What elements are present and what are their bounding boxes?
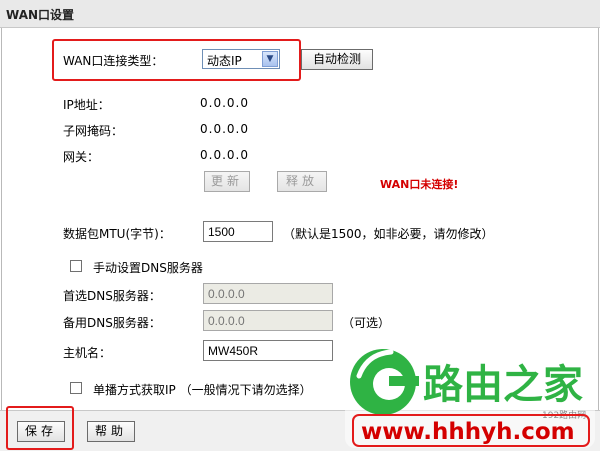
- connection-type-value: 动态IP: [207, 54, 242, 68]
- gateway-value: 0.0.0.0: [200, 148, 249, 162]
- subnet-mask-label: 子网掩码：: [63, 124, 124, 138]
- hostname-input[interactable]: [203, 340, 333, 361]
- subnet-mask-value: 0.0.0.0: [200, 122, 249, 136]
- manual-dns-label: 手动设置DNS服务器: [93, 261, 203, 275]
- ip-value: 0.0.0.0: [200, 96, 249, 110]
- wan-status-text: WAN口未连接!: [380, 178, 459, 191]
- page-title: WAN口设置: [6, 8, 75, 22]
- gateway-label: 网关：: [63, 150, 100, 164]
- hostname-label: 主机名：: [63, 346, 112, 360]
- unicast-label: 单播方式获取IP （一般情况下请勿选择）: [93, 383, 312, 397]
- watermark-brand: 路由之家: [423, 362, 583, 408]
- secondary-dns-input[interactable]: [203, 310, 333, 331]
- watermark-url: www.hhhyh.com: [361, 419, 575, 445]
- watermark-logo: 路由之家 192路由网 www.hhhyh.com: [345, 338, 595, 448]
- primary-dns-input[interactable]: [203, 283, 333, 304]
- auto-detect-button[interactable]: 自动检测: [301, 49, 373, 70]
- ip-label: IP地址：: [63, 98, 110, 112]
- save-button[interactable]: 保存: [17, 421, 65, 442]
- mtu-input[interactable]: [203, 221, 273, 242]
- renew-button[interactable]: 更新: [204, 171, 250, 192]
- unicast-checkbox[interactable]: [70, 382, 82, 394]
- primary-dns-label: 首选DNS服务器：: [63, 289, 161, 303]
- mtu-hint: （默认是1500，如非必要，请勿修改）: [283, 227, 494, 241]
- release-button[interactable]: 释放: [277, 171, 327, 192]
- connection-type-select[interactable]: 动态IP ▼: [202, 49, 280, 69]
- manual-dns-checkbox[interactable]: [70, 260, 82, 272]
- secondary-dns-hint: （可选）: [342, 316, 391, 330]
- connection-type-label: WAN口连接类型：: [63, 54, 164, 68]
- chevron-down-icon: ▼: [262, 51, 278, 67]
- secondary-dns-label: 备用DNS服务器：: [63, 316, 161, 330]
- title-bar: WAN口设置: [0, 0, 600, 28]
- mtu-label: 数据包MTU(字节)：: [63, 227, 171, 241]
- help-button[interactable]: 帮助: [87, 421, 135, 442]
